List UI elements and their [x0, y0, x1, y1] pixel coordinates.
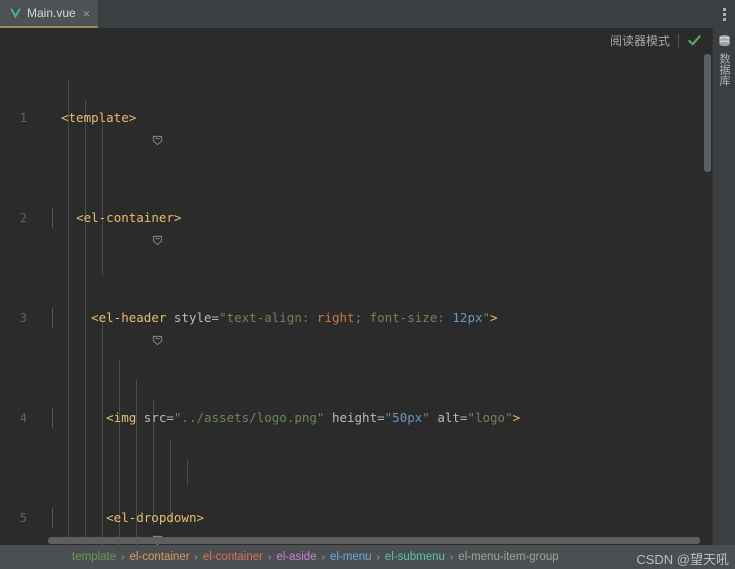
code-line[interactable]: 4 <img src="../assets/logo.png" height="…	[0, 408, 712, 428]
chevron-right-icon: ›	[121, 551, 125, 563]
code-text: <el-dropdown>	[106, 510, 204, 525]
database-tool-label[interactable]: 数据库	[716, 53, 732, 86]
editor-tab-label: Main.vue	[27, 6, 76, 20]
code-line[interactable]: 3 <el-header style="text-align: right; f…	[0, 308, 712, 346]
code-text: <img src="../assets/logo.png" height="50…	[106, 410, 521, 425]
gutter-marks	[34, 308, 42, 328]
reader-mode-label[interactable]: 阅读器模式	[610, 32, 670, 49]
widget-divider	[678, 33, 679, 48]
breadcrumb: template › el-container › el-container ›…	[0, 545, 735, 569]
fold-column[interactable]	[46, 408, 60, 428]
breadcrumb-item-el-container-2[interactable]: el-container	[203, 551, 263, 563]
editor-vertical-scrollbar[interactable]	[704, 54, 711, 172]
fold-toggle-icon[interactable]	[47, 112, 163, 146]
gutter-marks	[34, 108, 42, 128]
editor-main-row: 阅读器模式 1 <template> 2 <el-container> 3 <e…	[0, 28, 735, 545]
code-editor[interactable]: 阅读器模式 1 <template> 2 <el-container> 3 <e…	[0, 28, 712, 545]
line-number: 3	[19, 311, 27, 325]
editor-tab-main-vue[interactable]: Main.vue ×	[0, 0, 99, 28]
chevron-right-icon: ›	[321, 551, 325, 563]
gutter-marks	[34, 208, 42, 228]
code-lines[interactable]: 1 <template> 2 <el-container> 3 <el-head…	[0, 28, 712, 545]
fold-toggle-icon[interactable]	[47, 312, 163, 346]
chevron-right-icon: ›	[194, 551, 198, 563]
vue-file-icon	[9, 7, 22, 20]
breadcrumb-item-template[interactable]: template	[72, 551, 116, 563]
breadcrumb-item-el-menu-item-group[interactable]: el-menu-item-group	[458, 551, 558, 563]
fold-toggle-icon[interactable]	[47, 512, 163, 545]
fold-column[interactable]	[46, 508, 163, 545]
breadcrumb-item-el-aside[interactable]: el-aside	[276, 551, 316, 563]
ide-window: Main.vue × 阅读器模式 1 <template> 2 <el-cont…	[0, 0, 735, 569]
more-vertical-icon[interactable]	[713, 0, 735, 28]
database-icon[interactable]	[717, 34, 732, 49]
line-number: 5	[19, 511, 27, 525]
watermark: CSDN @望天吼	[636, 552, 729, 567]
line-number: 4	[19, 411, 27, 425]
code-line[interactable]: 1 <template>	[0, 108, 712, 146]
fold-column[interactable]	[46, 208, 163, 246]
code-text: <el-container>	[76, 210, 182, 225]
chevron-right-icon: ›	[376, 551, 380, 563]
checkmark-ok-icon[interactable]	[687, 33, 702, 48]
editor-horizontal-scrollbar[interactable]	[48, 537, 700, 544]
right-tool-strip: 数据库	[712, 28, 735, 545]
code-text: <el-header style="text-align: right; fon…	[91, 310, 498, 325]
line-number: 1	[19, 111, 27, 125]
code-text: <template>	[61, 110, 137, 125]
code-line[interactable]: 5 <el-dropdown>	[0, 508, 712, 545]
line-number: 2	[19, 211, 27, 225]
code-line[interactable]: 2 <el-container>	[0, 208, 712, 246]
fold-column[interactable]	[46, 108, 163, 146]
breadcrumb-item-el-container-1[interactable]: el-container	[129, 551, 189, 563]
tab-close-icon[interactable]: ×	[83, 7, 91, 20]
gutter-marks	[34, 508, 42, 528]
breadcrumb-item-el-menu[interactable]: el-menu	[330, 551, 372, 563]
gutter-marks	[34, 408, 42, 428]
fold-column[interactable]	[46, 308, 163, 346]
fold-toggle-icon[interactable]	[47, 212, 163, 246]
tab-bar-spacer	[98, 0, 713, 28]
editor-tab-bar: Main.vue ×	[0, 0, 735, 28]
chevron-right-icon: ›	[449, 551, 454, 563]
chevron-right-icon: ›	[267, 551, 272, 563]
reader-mode-widget: 阅读器模式	[610, 32, 702, 49]
breadcrumb-item-el-submenu[interactable]: el-submenu	[385, 551, 445, 563]
